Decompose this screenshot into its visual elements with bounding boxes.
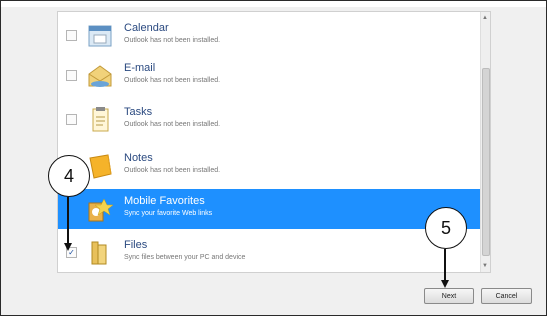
- item-description: Sync your favorite Web links: [124, 210, 213, 217]
- callout-4-arrow: [67, 197, 69, 245]
- cancel-button[interactable]: Cancel: [481, 288, 532, 304]
- item-description: Outlook has not been installed.: [124, 37, 221, 44]
- list-item-email[interactable]: E-mail Outlook has not been installed.: [58, 56, 480, 96]
- item-name: Calendar: [124, 22, 169, 34]
- callout-5-arrowhead: [441, 280, 449, 288]
- scrollbar-thumb[interactable]: [482, 68, 490, 256]
- callout-4: 4: [48, 155, 90, 197]
- files-icon: [86, 239, 114, 267]
- item-description: Sync files between your PC and device: [124, 254, 246, 261]
- item-description: Outlook has not been installed.: [124, 121, 221, 128]
- scroll-up-icon[interactable]: ▲: [482, 15, 488, 21]
- item-name: Files: [124, 239, 148, 251]
- vertical-scrollbar[interactable]: ▲ ▼: [480, 12, 490, 272]
- callout-4-arrowhead: [64, 243, 72, 251]
- item-description: Outlook has not been installed.: [124, 167, 221, 174]
- item-name: Mobile Favorites: [124, 195, 205, 207]
- checkbox-tasks[interactable]: [66, 114, 77, 125]
- wizard-dialog: Calendar Outlook has not been installed.…: [0, 0, 547, 316]
- scroll-down-icon[interactable]: ▼: [482, 263, 488, 269]
- list-item-calendar[interactable]: Calendar Outlook has not been installed.: [58, 16, 480, 56]
- item-name: Notes: [124, 152, 153, 164]
- tasks-icon: [86, 106, 114, 134]
- callout-5: 5: [425, 207, 467, 249]
- mobile-favorites-icon: [86, 195, 114, 223]
- list-item-mobile-favorites[interactable]: Mobile Favorites Sync your favorite Web …: [58, 189, 480, 229]
- list-item-notes[interactable]: Notes Outlook has not been installed.: [58, 146, 480, 186]
- top-strip: [1, 1, 546, 7]
- item-description: Outlook has not been installed.: [124, 77, 221, 84]
- email-icon: [86, 62, 114, 90]
- list-item-files[interactable]: ✓ Files Sync files between your PC and d…: [58, 233, 480, 273]
- calendar-icon: [86, 22, 114, 50]
- checkbox-email[interactable]: [66, 70, 77, 81]
- checkbox-calendar[interactable]: [66, 30, 77, 41]
- next-button[interactable]: Next: [424, 288, 474, 304]
- notes-icon: [86, 152, 114, 180]
- item-name: E-mail: [124, 62, 156, 74]
- list-item-tasks[interactable]: Tasks Outlook has not been installed.: [58, 100, 480, 140]
- item-name: Tasks: [124, 106, 153, 118]
- callout-5-arrow: [444, 249, 446, 282]
